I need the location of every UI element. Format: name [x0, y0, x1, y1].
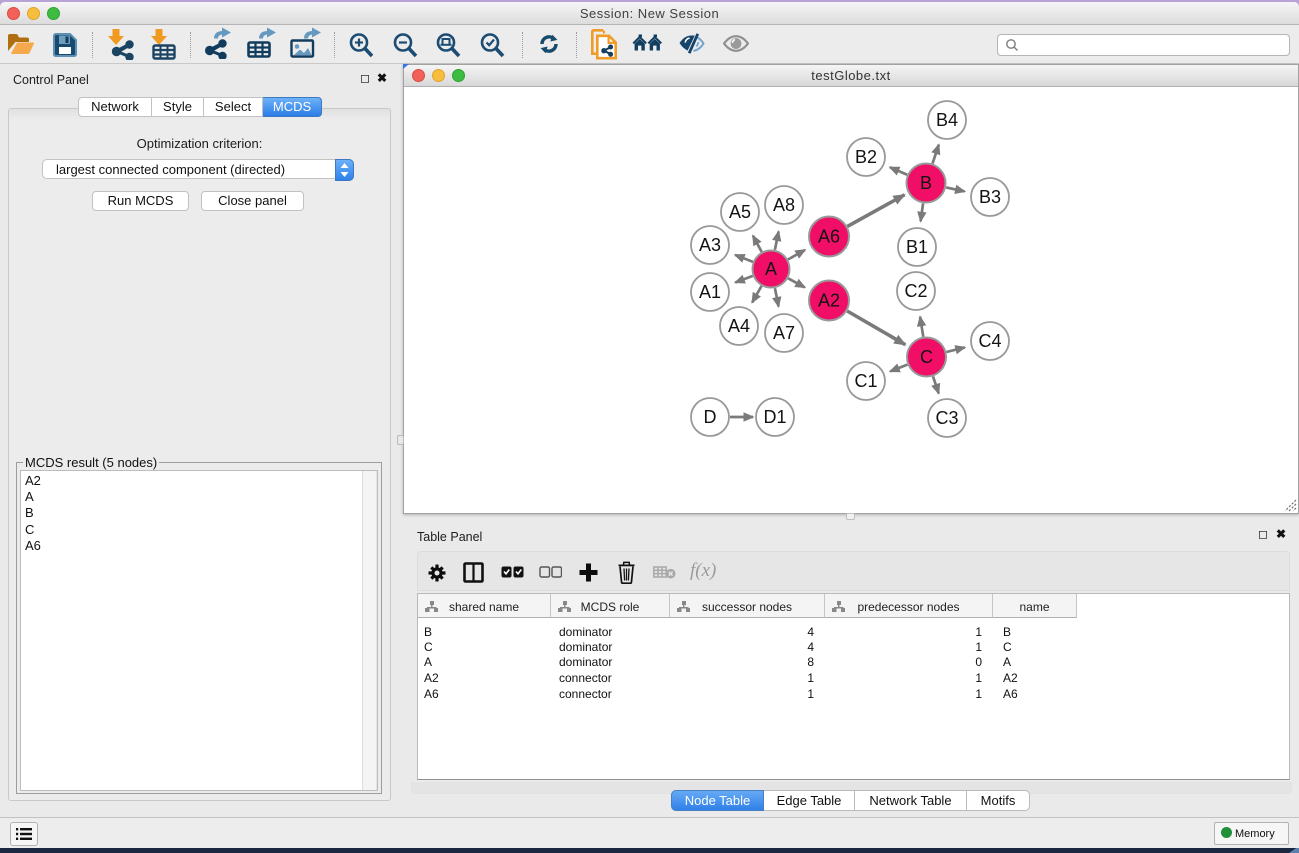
svg-text:C: C [920, 347, 933, 367]
svg-text:B3: B3 [979, 187, 1001, 207]
svg-text:B1: B1 [906, 237, 928, 257]
svg-text:A1: A1 [699, 282, 721, 302]
svg-text:C4: C4 [978, 331, 1001, 351]
svg-text:A8: A8 [773, 195, 795, 215]
svg-text:B4: B4 [936, 110, 958, 130]
svg-text:A2: A2 [818, 291, 840, 311]
svg-text:A5: A5 [729, 202, 751, 222]
svg-text:A4: A4 [728, 316, 750, 336]
svg-text:C1: C1 [854, 371, 877, 391]
svg-text:D: D [704, 407, 717, 427]
svg-text:A3: A3 [699, 235, 721, 255]
svg-text:A: A [765, 259, 777, 279]
svg-text:C2: C2 [904, 281, 927, 301]
svg-text:B: B [920, 173, 932, 193]
svg-text:B2: B2 [855, 147, 877, 167]
svg-text:D1: D1 [763, 407, 786, 427]
svg-text:A6: A6 [818, 227, 840, 247]
svg-text:A7: A7 [773, 323, 795, 343]
svg-text:C3: C3 [935, 408, 958, 428]
